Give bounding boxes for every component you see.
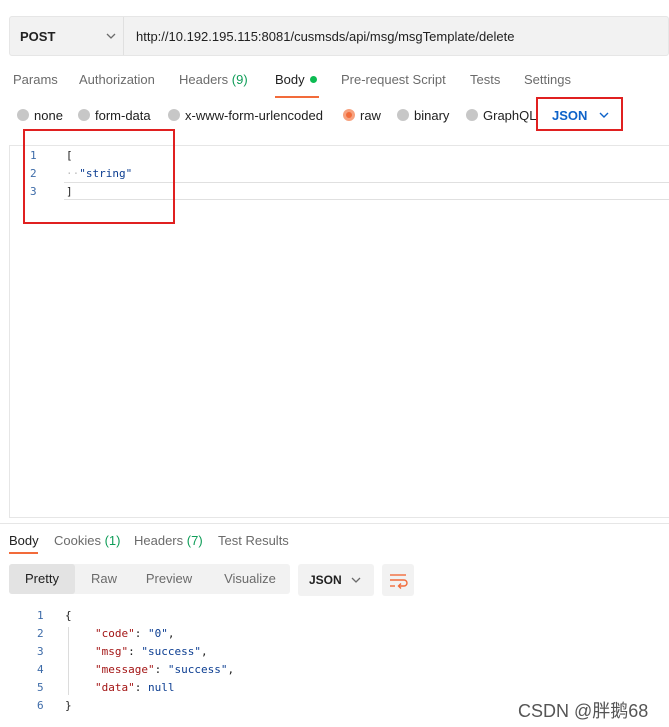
line-number: 6 [37, 699, 44, 712]
response-line: "message": "success", [95, 663, 235, 676]
response-format-select[interactable]: JSON [298, 564, 374, 596]
radio-circle [397, 109, 409, 121]
tab-body[interactable]: Body [275, 72, 317, 87]
method-select[interactable]: POST [10, 17, 124, 55]
tab-headers[interactable]: Headers (9) [179, 72, 248, 87]
chevron-down-icon [105, 26, 117, 49]
radio-label: GraphQL [483, 108, 537, 123]
response-line: "data": null [95, 681, 175, 694]
tab-prerequest-script[interactable]: Pre-request Script [341, 72, 446, 87]
watermark: CSDN @胖鹅68 [518, 701, 649, 721]
radio-circle [168, 109, 180, 121]
line-number: 5 [37, 681, 44, 694]
raw-language-select[interactable]: JSON [536, 97, 623, 131]
view-raw-button[interactable]: Raw [81, 564, 127, 594]
response-tab-body[interactable]: Body [9, 533, 39, 548]
response-format-label: JSON [309, 573, 342, 587]
json-value: "0" [148, 627, 168, 640]
radio-circle [17, 109, 29, 121]
json-value: "success" [167, 663, 228, 676]
response-line: "msg": "success", [95, 645, 208, 658]
tab-tests[interactable]: Tests [470, 72, 500, 87]
chevron-down-icon [350, 572, 362, 591]
indent-guide [68, 627, 69, 695]
headers-count: (9) [231, 72, 248, 87]
radio-label: form-data [95, 108, 151, 123]
radio-circle-selected [343, 109, 355, 121]
wrap-lines-icon [382, 574, 414, 600]
annotation-box [23, 129, 175, 224]
tab-body-label: Body [275, 72, 305, 87]
response-tab-headers[interactable]: Headers (7) [134, 533, 203, 548]
json-value: "success" [141, 645, 201, 658]
radio-label: x-www-form-urlencoded [185, 108, 323, 123]
headers-label: Headers [134, 533, 184, 548]
json-separator: , [200, 645, 208, 658]
line-number: 1 [37, 609, 44, 622]
method-label: POST [20, 29, 56, 44]
json-key: "msg" [95, 645, 129, 658]
request-bar: POST http://10.192.195.115:8081/cusmsds/… [9, 16, 669, 56]
url-input[interactable]: http://10.192.195.115:8081/cusmsds/api/m… [136, 29, 514, 44]
json-key: "code" [95, 627, 135, 640]
json-key: "message" [95, 663, 155, 676]
response-line: "code": "0", [95, 627, 175, 640]
tab-headers-label: Headers [179, 72, 229, 87]
cookies-count: (1) [104, 533, 121, 548]
response-line: } [65, 699, 72, 712]
line-number: 3 [37, 645, 44, 658]
radio-circle [78, 109, 90, 121]
tab-authorization[interactable]: Authorization [79, 72, 155, 87]
json-separator: , [167, 627, 175, 640]
response-tab-test-results[interactable]: Test Results [218, 533, 289, 548]
radio-label: none [34, 108, 63, 123]
line-number: 4 [37, 663, 44, 676]
response-view-group: Pretty Raw Preview Visualize [9, 564, 290, 594]
response-divider [0, 523, 669, 524]
radio-circle [466, 109, 478, 121]
response-line: { [65, 609, 72, 622]
radio-label: raw [360, 108, 381, 123]
view-visualize-button[interactable]: Visualize [213, 564, 287, 594]
json-value: null [148, 681, 175, 694]
view-pretty-button[interactable]: Pretty [9, 564, 75, 594]
json-key: "data" [95, 681, 135, 694]
raw-language-label: JSON [552, 108, 588, 123]
active-tab-underline [275, 96, 319, 98]
active-tab-underline [9, 552, 38, 554]
line-number: 2 [37, 627, 44, 640]
response-tab-cookies[interactable]: Cookies (1) [54, 533, 120, 548]
wrap-lines-button[interactable] [382, 564, 414, 596]
radio-label: binary [414, 108, 450, 123]
headers-count: (7) [186, 533, 203, 548]
cookies-label: Cookies [54, 533, 101, 548]
json-separator: , [227, 663, 235, 676]
view-preview-button[interactable]: Preview [135, 564, 203, 594]
body-active-dot [309, 76, 317, 83]
tab-params[interactable]: Params [13, 72, 58, 87]
chevron-down-icon [598, 106, 610, 127]
tab-settings[interactable]: Settings [524, 72, 571, 87]
